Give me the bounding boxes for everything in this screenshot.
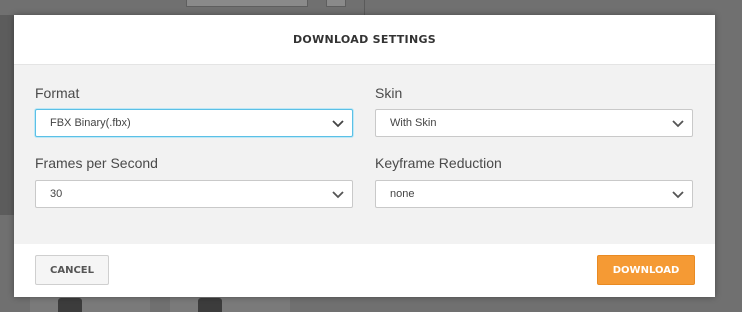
skin-select[interactable]: With Skin: [375, 109, 693, 137]
background-button: [186, 0, 308, 7]
keyframe-reduction-label: Keyframe Reduction: [375, 155, 502, 171]
format-field: Format FBX Binary(.fbx): [35, 85, 355, 140]
character-thumbnail: [58, 298, 82, 312]
chevron-down-icon: [672, 191, 684, 199]
download-settings-dialog: DOWNLOAD SETTINGS Format FBX Binary(.fbx…: [14, 15, 715, 297]
skin-value: With Skin: [390, 117, 437, 129]
background-thumbnail: [30, 296, 150, 312]
format-label: Format: [35, 85, 80, 101]
keyframe-reduction-field: Keyframe Reduction none: [375, 155, 695, 210]
cancel-button[interactable]: CANCEL: [35, 255, 109, 285]
fps-select[interactable]: 30: [35, 180, 353, 208]
download-button[interactable]: DOWNLOAD: [597, 255, 695, 285]
skin-label: Skin: [375, 85, 403, 101]
character-thumbnail: [198, 298, 222, 312]
dialog-footer: CANCEL DOWNLOAD: [14, 244, 715, 297]
keyframe-reduction-select[interactable]: none: [375, 180, 693, 208]
dialog-body: Format FBX Binary(.fbx) Skin With Skin F…: [14, 65, 715, 244]
dialog-title: DOWNLOAD SETTINGS: [292, 33, 436, 46]
background-thumbnail: [170, 296, 290, 312]
keyframe-reduction-value: none: [390, 188, 415, 200]
format-select[interactable]: FBX Binary(.fbx): [35, 109, 353, 137]
format-value: FBX Binary(.fbx): [50, 117, 131, 129]
skin-field: Skin With Skin: [375, 85, 695, 140]
dialog-header: DOWNLOAD SETTINGS: [14, 15, 715, 65]
background-button: [326, 0, 346, 7]
fps-value: 30: [50, 188, 63, 200]
background-divider: [364, 0, 365, 15]
chevron-down-icon: [332, 191, 344, 199]
chevron-down-icon: [672, 120, 684, 128]
fps-field: Frames per Second 30: [35, 155, 355, 210]
chevron-down-icon: [332, 120, 344, 128]
background-sidebar: [0, 15, 14, 215]
fps-label: Frames per Second: [35, 155, 158, 171]
